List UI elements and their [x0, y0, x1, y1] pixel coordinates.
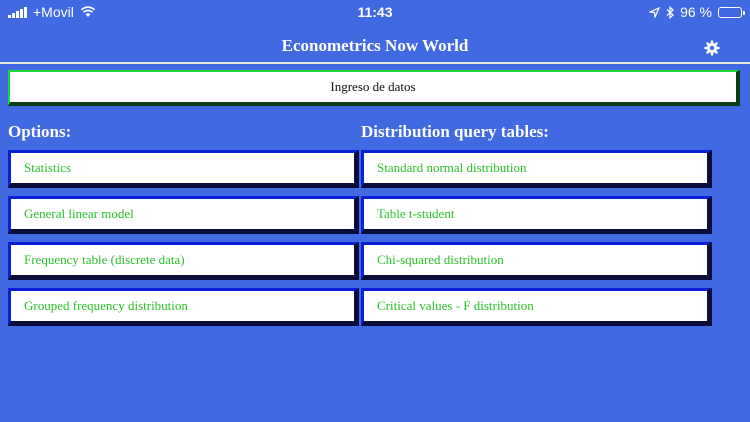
- status-left: +Movil: [8, 4, 96, 20]
- standard-normal-button[interactable]: Standard normal distribution: [361, 150, 712, 188]
- f-distribution-button[interactable]: Critical values - F distribution: [361, 288, 712, 326]
- chi-squared-button[interactable]: Chi-squared distribution: [361, 242, 712, 280]
- signal-icon: [8, 6, 27, 18]
- app-title: Econometrics Now World: [281, 36, 469, 55]
- options-heading: Options:: [8, 122, 72, 141]
- location-arrow-icon: [649, 6, 661, 18]
- status-bar: +Movil 11:43 96 %: [0, 0, 750, 24]
- status-time: 11:43: [357, 4, 393, 20]
- tables-list: Standard normal distribution Table t-stu…: [361, 150, 712, 334]
- grouped-frequency-button[interactable]: Grouped frequency distribution: [8, 288, 359, 326]
- statistics-button[interactable]: Statistics: [8, 150, 359, 188]
- gear-icon[interactable]: [704, 40, 720, 56]
- battery-icon: [718, 6, 745, 18]
- nav-divider: [0, 62, 750, 64]
- carrier-label: +Movil: [33, 4, 74, 20]
- nav-bar: Econometrics Now World: [0, 26, 750, 63]
- frequency-table-button[interactable]: Frequency table (discrete data): [8, 242, 359, 280]
- data-entry-button[interactable]: Ingreso de datos: [8, 70, 740, 106]
- status-right: 96 %: [649, 4, 745, 20]
- battery-percent: 96 %: [680, 4, 712, 20]
- tables-heading: Distribution query tables:: [361, 122, 549, 141]
- wifi-icon: [80, 6, 96, 17]
- bluetooth-icon: [666, 5, 674, 19]
- t-student-button[interactable]: Table t-student: [361, 196, 712, 234]
- options-list: Statistics General linear model Frequenc…: [8, 150, 359, 334]
- general-linear-model-button[interactable]: General linear model: [8, 196, 359, 234]
